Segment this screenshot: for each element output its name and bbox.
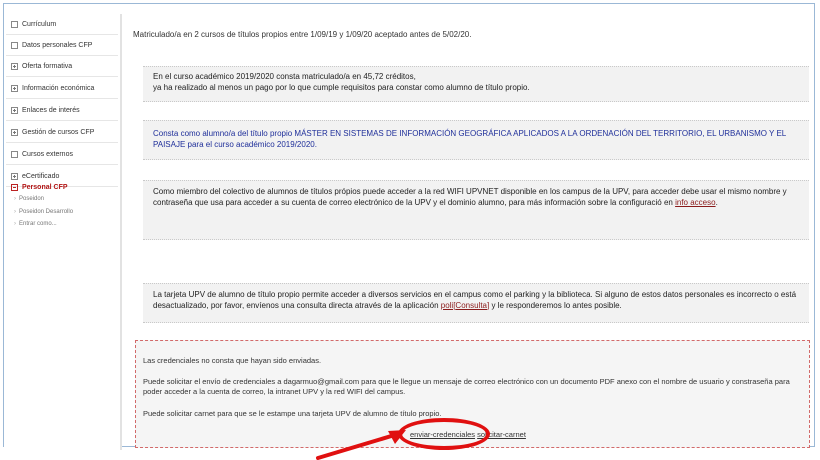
poli-consulta-link[interactable]: poli[Consulta] [441, 301, 489, 310]
info-acceso-link[interactable]: info acceso [675, 198, 715, 207]
expand-icon [11, 106, 18, 114]
square-icon [11, 41, 18, 49]
expand-icon [11, 128, 18, 136]
chevron-right-icon: › [14, 221, 16, 227]
sidebar-item-datos-personales[interactable]: Datos personales CFP [6, 35, 118, 56]
sidebar-item-label: Personal CFP [22, 184, 68, 191]
sidebar-subitem-poseidon-desarrollo[interactable]: › Poseidon Desarrollo [14, 209, 73, 215]
card-text: La tarjeta UPV de alumno de título propi… [153, 290, 797, 310]
sidebar-item-oferta-formativa[interactable]: Oferta formativa [6, 56, 118, 77]
credits-info-box: En el curso académico 2019/2020 consta m… [143, 66, 809, 102]
sidebar-subitem-entrar-como[interactable]: › Entrar como... [14, 221, 57, 227]
card-info-box: La tarjeta UPV de alumno de título propi… [143, 283, 809, 323]
chevron-right-icon: › [14, 196, 16, 202]
program-text: Consta como alumno/a del título propio M… [153, 129, 786, 149]
collapse-icon [11, 184, 18, 191]
credits-line-1: En el curso académico 2019/2020 consta m… [153, 72, 416, 81]
sidebar-item-cursos-externos[interactable]: Cursos externos [6, 144, 118, 165]
chevron-right-icon: › [14, 209, 16, 215]
annotation-arrow-icon [316, 430, 406, 460]
sidebar-item-label: Cursos externos [22, 150, 73, 158]
square-icon [11, 150, 18, 158]
square-icon [11, 20, 18, 28]
sidebar-divider [120, 14, 122, 450]
sidebar-item-label: Información económica [22, 84, 95, 92]
card-request-info: Puede solicitar carnet para que se le es… [143, 409, 442, 418]
credentials-status: Las credenciales no consta que hayan sid… [143, 356, 322, 365]
sidebar-item-enlaces[interactable]: Enlaces de interés [6, 100, 118, 121]
sidebar-item-gestion-cursos[interactable]: Gestión de cursos CFP [6, 122, 118, 143]
sidebar-item-label: Gestión de cursos CFP [22, 128, 95, 136]
credentials-request-info: Puede solicitar el envío de credenciales… [143, 377, 790, 396]
program-info-box: Consta como alumno/a del título propio M… [143, 120, 809, 160]
sidebar-item-curriculum[interactable]: Currículum [6, 14, 118, 35]
sidebar-item-informacion-economica[interactable]: Información económica [6, 78, 118, 99]
sidebar-item-personal-cfp[interactable]: Personal CFP [6, 177, 118, 198]
sidebar: Currículum Datos personales CFP Oferta f… [4, 14, 120, 450]
credits-line-2: ya ha realizado al menos un pago por lo … [153, 82, 530, 92]
sidebar-item-label: Enlaces de interés [22, 106, 80, 114]
wifi-info-box: Como miembro del colectivo de alumnos de… [143, 180, 809, 240]
sidebar-item-label: Datos personales CFP [22, 41, 93, 49]
sidebar-subitem-poseidon[interactable]: › Poseidon [14, 196, 44, 202]
sidebar-item-label: Currículum [22, 20, 57, 28]
expand-icon [11, 62, 18, 70]
enrollment-summary: Matriculado/a en 2 cursos de títulos pro… [133, 30, 472, 39]
sidebar-item-label: Oferta formativa [22, 62, 73, 70]
wifi-text: Como miembro del colectivo de alumnos de… [153, 187, 787, 207]
expand-icon [11, 84, 18, 92]
